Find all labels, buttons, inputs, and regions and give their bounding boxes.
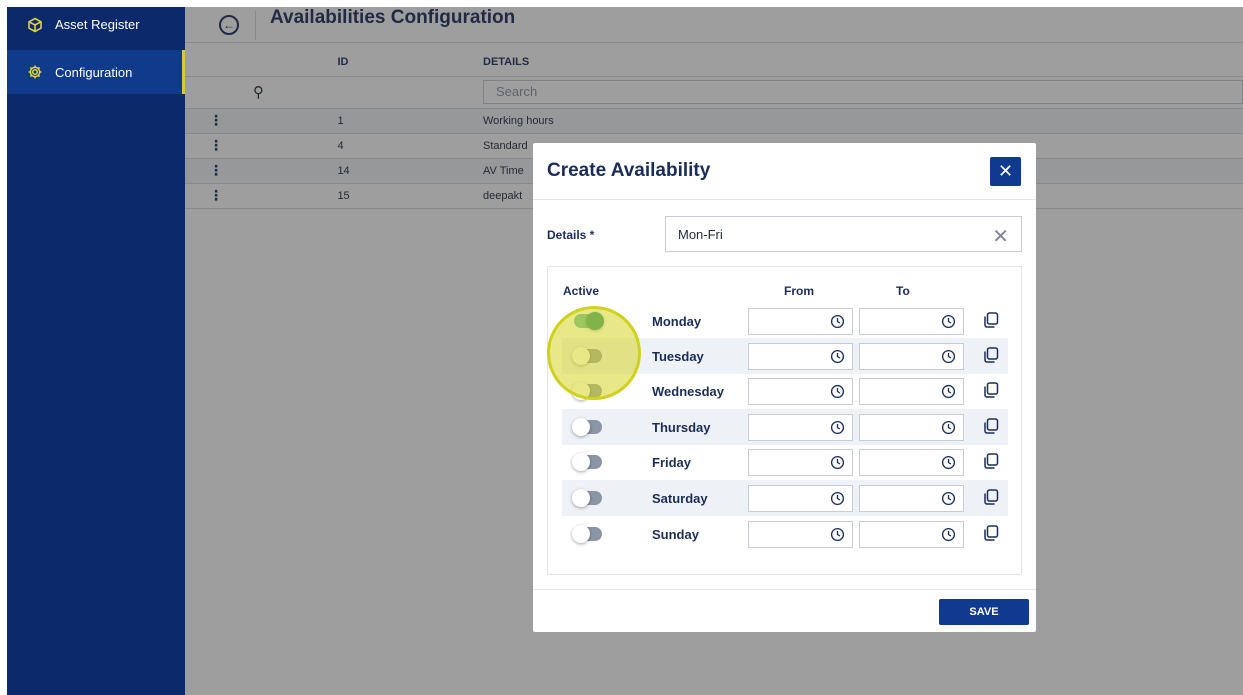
- from-time-input[interactable]: [748, 378, 853, 405]
- from-time-input[interactable]: [748, 308, 853, 335]
- to-time-input[interactable]: [859, 485, 964, 512]
- clock-icon[interactable]: [941, 384, 956, 399]
- toggle-knob: [572, 453, 590, 471]
- toggle-knob: [572, 525, 590, 543]
- toggle-knob: [572, 418, 590, 436]
- active-toggle[interactable]: [572, 418, 602, 436]
- day-label: Wednesday: [652, 384, 725, 399]
- sidebar-item-configuration[interactable]: Configuration: [7, 50, 185, 94]
- active-toggle[interactable]: [572, 525, 602, 543]
- save-button[interactable]: SAVE: [939, 599, 1029, 625]
- clock-icon[interactable]: [830, 420, 845, 435]
- clock-icon[interactable]: [830, 314, 845, 329]
- details-label: Details *: [547, 228, 595, 242]
- day-row: Thursday: [562, 409, 1008, 445]
- column-header-active: Active: [563, 284, 600, 298]
- clock-icon[interactable]: [830, 349, 845, 364]
- from-time-input[interactable]: [748, 521, 853, 548]
- from-time-input[interactable]: [748, 343, 853, 370]
- to-time-input[interactable]: [859, 308, 964, 335]
- column-header-to: To: [896, 284, 910, 298]
- toggle-knob: [572, 489, 590, 507]
- sidebar-item-label: Asset Register: [55, 17, 140, 32]
- dialog-footer-divider: [533, 589, 1036, 590]
- cube-icon: [27, 17, 43, 33]
- top-strip: [0, 0, 1243, 7]
- dialog-title: Create Availability: [547, 160, 711, 181]
- copy-icon[interactable]: [982, 452, 1000, 470]
- clock-icon[interactable]: [941, 349, 956, 364]
- clock-icon[interactable]: [830, 384, 845, 399]
- copy-icon[interactable]: [982, 488, 1000, 506]
- sidebar-item-asset-register[interactable]: Asset Register: [7, 7, 185, 42]
- day-label: Tuesday: [652, 349, 704, 364]
- clock-icon[interactable]: [941, 527, 956, 542]
- day-row: Saturday: [562, 480, 1008, 516]
- clock-icon[interactable]: [830, 527, 845, 542]
- dialog-header: Create Availability ✕: [533, 143, 1036, 200]
- from-time-input[interactable]: [748, 485, 853, 512]
- copy-icon[interactable]: [982, 381, 1000, 399]
- from-time-input[interactable]: [748, 414, 853, 441]
- clock-icon[interactable]: [830, 491, 845, 506]
- copy-icon[interactable]: [982, 524, 1000, 542]
- copy-icon[interactable]: [982, 311, 1000, 329]
- details-field-row: Details * Mon-Fri ✕: [547, 216, 1022, 252]
- to-time-input[interactable]: [859, 521, 964, 548]
- column-header-from: From: [784, 284, 814, 298]
- clock-icon[interactable]: [941, 491, 956, 506]
- to-time-input[interactable]: [859, 449, 964, 476]
- day-label: Saturday: [652, 491, 708, 506]
- to-time-input[interactable]: [859, 343, 964, 370]
- close-icon[interactable]: ✕: [990, 157, 1021, 186]
- day-row: Friday: [562, 444, 1008, 480]
- to-time-input[interactable]: [859, 414, 964, 441]
- click-highlight: [547, 306, 641, 400]
- sidebar-item-label: Configuration: [55, 64, 133, 80]
- day-row: Sunday: [562, 516, 1008, 552]
- from-time-input[interactable]: [748, 449, 853, 476]
- copy-icon[interactable]: [982, 346, 1000, 364]
- details-value: Mon-Fri: [678, 227, 723, 242]
- active-toggle[interactable]: [572, 453, 602, 471]
- day-label: Monday: [652, 314, 702, 329]
- day-label: Friday: [652, 455, 692, 470]
- gear-icon: [27, 64, 43, 80]
- clock-icon[interactable]: [830, 455, 845, 470]
- clock-icon[interactable]: [941, 420, 956, 435]
- sidebar: Asset Register Configuration: [7, 7, 185, 695]
- clock-icon[interactable]: [941, 455, 956, 470]
- day-label: Sunday: [652, 527, 699, 542]
- clock-icon[interactable]: [941, 314, 956, 329]
- active-toggle[interactable]: [572, 489, 602, 507]
- copy-icon[interactable]: [982, 417, 1000, 435]
- clear-icon[interactable]: ✕: [992, 224, 1009, 249]
- day-label: Thursday: [652, 420, 711, 435]
- to-time-input[interactable]: [859, 378, 964, 405]
- details-input[interactable]: Mon-Fri ✕: [665, 216, 1022, 252]
